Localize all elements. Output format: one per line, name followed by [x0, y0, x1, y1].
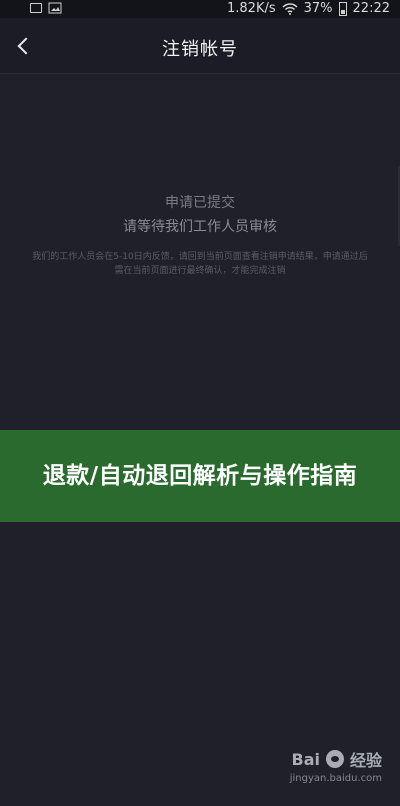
main-content: 申请已提交 请等待我们工作人员审核 我们的工作人员会在5-10日内反馈，请回到当…: [0, 74, 400, 806]
status-bar: 1.82K/s 37% 22:22: [0, 0, 400, 18]
battery-body: [338, 2, 347, 16]
wifi-icon: [282, 3, 298, 15]
battery-percent: 37%: [303, 1, 333, 16]
submitted-message: 申请已提交: [165, 195, 235, 211]
battery-fill: [340, 9, 345, 14]
review-details-line-2: 需在当前页面进行最终确认，才能完成注销: [114, 266, 286, 276]
baidu-paw-icon: [325, 750, 344, 768]
app-bar: 注销帐号: [0, 18, 400, 74]
page-title: 注销帐号: [162, 39, 238, 60]
clock-time: 22:22: [352, 1, 390, 16]
battery-icon: [338, 2, 347, 16]
image-icon: [48, 2, 62, 14]
guide-banner-title: 退款/自动退回解析与操作指南: [42, 463, 358, 489]
baidu-watermark-brand: Bai: [291, 749, 320, 769]
network-speed: 1.82K/s: [227, 1, 276, 16]
baidu-watermark-top: Bai 经验: [290, 747, 383, 771]
guide-banner: 退款/自动退回解析与操作指南: [0, 430, 400, 522]
baidu-watermark-url: jingyan.baidu.com: [289, 773, 382, 784]
waiting-review-message: 请等待我们工作人员审核: [123, 219, 277, 235]
review-details-line-1: 我们的工作人员会在5-10日内反馈，请回到当前页面查看注销申请结果，申请通过后: [32, 252, 368, 262]
notification-square-icon: [30, 3, 42, 13]
baidu-watermark-brand-suffix: 经验: [349, 751, 382, 770]
review-details: 我们的工作人员会在5-10日内反馈，请回到当前页面查看注销申请结果，申请通过后 …: [20, 250, 380, 278]
status-left: [30, 2, 62, 14]
screen: 1.82K/s 37% 22:22 注销帐号 申请已提交 请等待我们工作人员审核: [0, 0, 400, 806]
baidu-watermark: Bai 经验 jingyan.baidu.com: [289, 747, 383, 785]
status-right: 1.82K/s 37% 22:22: [227, 0, 390, 18]
